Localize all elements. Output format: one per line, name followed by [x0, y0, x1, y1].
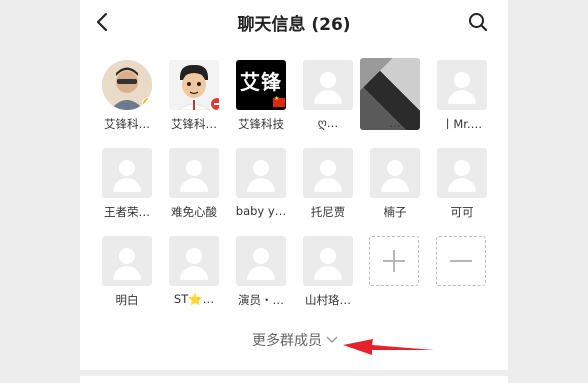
member-name: 王者荣…: [104, 205, 150, 219]
search-button[interactable]: [464, 8, 492, 36]
default-avatar-icon: [236, 236, 286, 286]
member-item[interactable]: 丨Mr.…: [430, 60, 494, 138]
china-flag-icon: [273, 95, 285, 107]
verified-badge-icon: V: [142, 97, 152, 110]
member-item[interactable]: 演员・…: [229, 236, 293, 314]
chevron-down-icon: [326, 336, 338, 343]
default-avatar-icon: [370, 148, 420, 198]
member-name: 楠子: [383, 205, 407, 219]
default-avatar-icon: [303, 148, 353, 198]
member-item[interactable]: 艾锋科…: [162, 60, 226, 138]
member-item[interactable]: baby y…: [229, 148, 293, 226]
member-item[interactable]: 楠子: [363, 148, 427, 226]
default-avatar-icon: [303, 236, 353, 286]
member-name: 难免心酸: [171, 205, 217, 219]
member-name: 明白: [115, 293, 139, 307]
member-name: 可可: [450, 205, 474, 219]
default-avatar-icon: [102, 148, 152, 198]
member-item[interactable]: V 艾锋科…: [95, 60, 159, 138]
member-name: …: [389, 116, 401, 130]
search-icon: [469, 13, 488, 32]
member-item[interactable]: ღ…: [296, 60, 360, 138]
default-avatar-icon: [169, 236, 219, 286]
default-avatar-icon: [169, 148, 219, 198]
chat-info-panel: 聊天信息 (26) V 艾锋科… 艾锋科… 艾锋 ★ 艾锋科技 ღ… … 丨Mr…: [80, 0, 508, 370]
avatar-logo-text: 艾锋: [240, 70, 282, 94]
member-item[interactable]: ST⭐…: [162, 236, 226, 314]
member-item[interactable]: 难免心酸: [162, 148, 226, 226]
member-name: 丨Mr.…: [441, 117, 483, 131]
default-avatar-icon: [102, 236, 152, 286]
avatar: [169, 60, 219, 110]
add-member-button[interactable]: [369, 236, 419, 286]
member-item[interactable]: 艾锋 艾锋科技: [229, 60, 293, 138]
member-item[interactable]: …: [360, 58, 427, 138]
member-name: 山村珞…: [305, 293, 351, 307]
more-members-button[interactable]: 更多群成员: [252, 330, 338, 350]
member-item[interactable]: 王者荣…: [95, 148, 159, 226]
member-name: baby y…: [235, 204, 287, 218]
avatar: 艾锋: [236, 60, 286, 110]
member-name: 托尼贾: [310, 205, 346, 219]
member-name: ღ…: [317, 116, 339, 130]
default-avatar-icon: [236, 148, 286, 198]
member-name: 艾锋科…: [104, 117, 150, 131]
member-item[interactable]: 托尼贾: [296, 148, 360, 226]
member-name: 演员・…: [238, 293, 284, 307]
default-avatar-icon: [303, 60, 353, 110]
next-section: [80, 376, 508, 383]
member-name: ST⭐…: [173, 292, 215, 306]
member-name: 艾锋科…: [171, 117, 217, 131]
blocked-badge-icon: [210, 97, 219, 110]
more-members-label: 更多群成员: [252, 333, 322, 349]
member-item[interactable]: 可可: [430, 148, 494, 226]
header: 聊天信息 (26): [80, 0, 508, 44]
remove-member-button[interactable]: [436, 236, 486, 286]
member-name: 艾锋科技: [238, 117, 284, 131]
page-title: 聊天信息 (26): [237, 15, 351, 35]
member-item[interactable]: 山村珞…: [296, 236, 360, 314]
avatar: V: [102, 60, 152, 110]
member-item[interactable]: 明白: [95, 236, 159, 314]
default-avatar-icon: [437, 148, 487, 198]
default-avatar-icon: [437, 60, 487, 110]
